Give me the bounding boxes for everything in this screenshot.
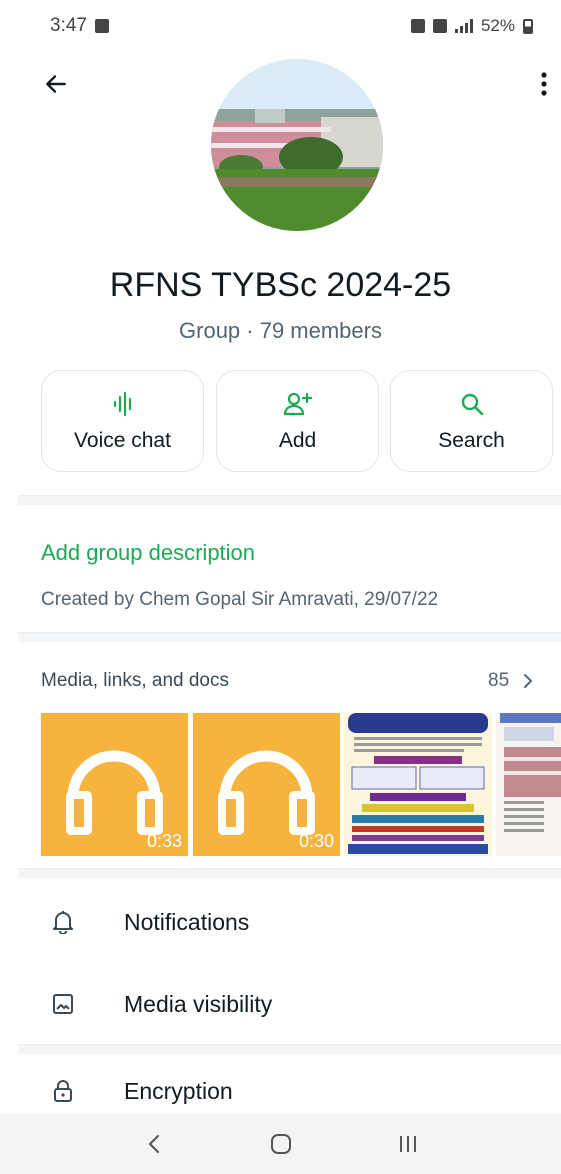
media-count: 85	[488, 670, 510, 691]
poster-image	[344, 713, 492, 856]
add-group-description-link[interactable]: Add group description	[41, 540, 255, 566]
section-divider	[18, 495, 561, 505]
media-count-button[interactable]: 85	[488, 670, 533, 692]
add-member-button[interactable]: Add	[216, 370, 379, 472]
add-person-icon	[283, 389, 313, 419]
voice-chat-label: Voice chat	[74, 429, 171, 452]
group-photo-image	[211, 59, 383, 231]
media-visibility-row[interactable]: Media visibility	[0, 969, 561, 1039]
encryption-label: Encryption	[124, 1077, 233, 1104]
back-button[interactable]	[34, 62, 78, 106]
group-member-count[interactable]: Group · 79 members	[0, 318, 561, 344]
battery-icon	[523, 18, 533, 34]
voice-chat-button[interactable]: Voice chat	[41, 370, 204, 472]
nav-home-button[interactable]	[251, 1122, 311, 1166]
group-avatar[interactable]	[211, 59, 383, 231]
search-button[interactable]: Search	[390, 370, 553, 472]
more-vert-icon	[541, 72, 547, 96]
action-row: Voice chat Add Search	[41, 370, 553, 472]
system-nav-bar	[0, 1114, 561, 1174]
media-audio-thumb[interactable]: 0:33	[41, 713, 188, 856]
bell-icon	[50, 909, 76, 935]
media-image-thumb[interactable]	[496, 713, 561, 856]
status-time: 3:47	[50, 15, 87, 36]
notification-icon-2	[432, 19, 447, 33]
gallery-notification-icon	[94, 19, 109, 33]
created-by-text: Created by Chem Gopal Sir Amravati, 29/0…	[41, 589, 439, 610]
back-arrow-icon	[46, 75, 66, 93]
signal-icon	[454, 19, 473, 33]
image-icon	[50, 991, 76, 1017]
notifications-label: Notifications	[124, 908, 250, 935]
notifications-row[interactable]: Notifications	[0, 887, 561, 957]
media-image-thumb[interactable]	[344, 713, 492, 856]
home-icon	[270, 1134, 291, 1154]
section-divider	[18, 632, 561, 642]
media-links-docs-header[interactable]: Media, links, and docs	[41, 670, 229, 692]
media-visibility-label: Media visibility	[124, 990, 273, 1017]
chevron-right-icon	[524, 674, 533, 688]
section-divider	[18, 1044, 561, 1054]
status-bar: 3:47 52%	[0, 0, 561, 52]
recents-icon	[399, 1136, 416, 1152]
overflow-menu-button[interactable]	[524, 62, 561, 106]
voice-wave-icon	[110, 389, 136, 419]
battery-percent: 52%	[480, 16, 515, 35]
nav-recents-button[interactable]	[378, 1122, 438, 1166]
document-image	[496, 713, 561, 856]
search-icon	[459, 389, 485, 419]
search-label: Search	[438, 429, 505, 452]
chevron-left-icon	[148, 1135, 159, 1153]
audio-duration: 0:33	[146, 831, 182, 851]
notification-icon	[410, 19, 425, 33]
add-label: Add	[278, 429, 317, 452]
media-audio-thumb[interactable]: 0:30	[193, 713, 340, 856]
lock-icon	[50, 1078, 76, 1104]
section-divider	[18, 868, 561, 878]
nav-back-button[interactable]	[124, 1122, 184, 1166]
audio-duration: 0:30	[298, 831, 334, 851]
group-name[interactable]: RFNS TYBSc 2024-25	[0, 266, 561, 305]
